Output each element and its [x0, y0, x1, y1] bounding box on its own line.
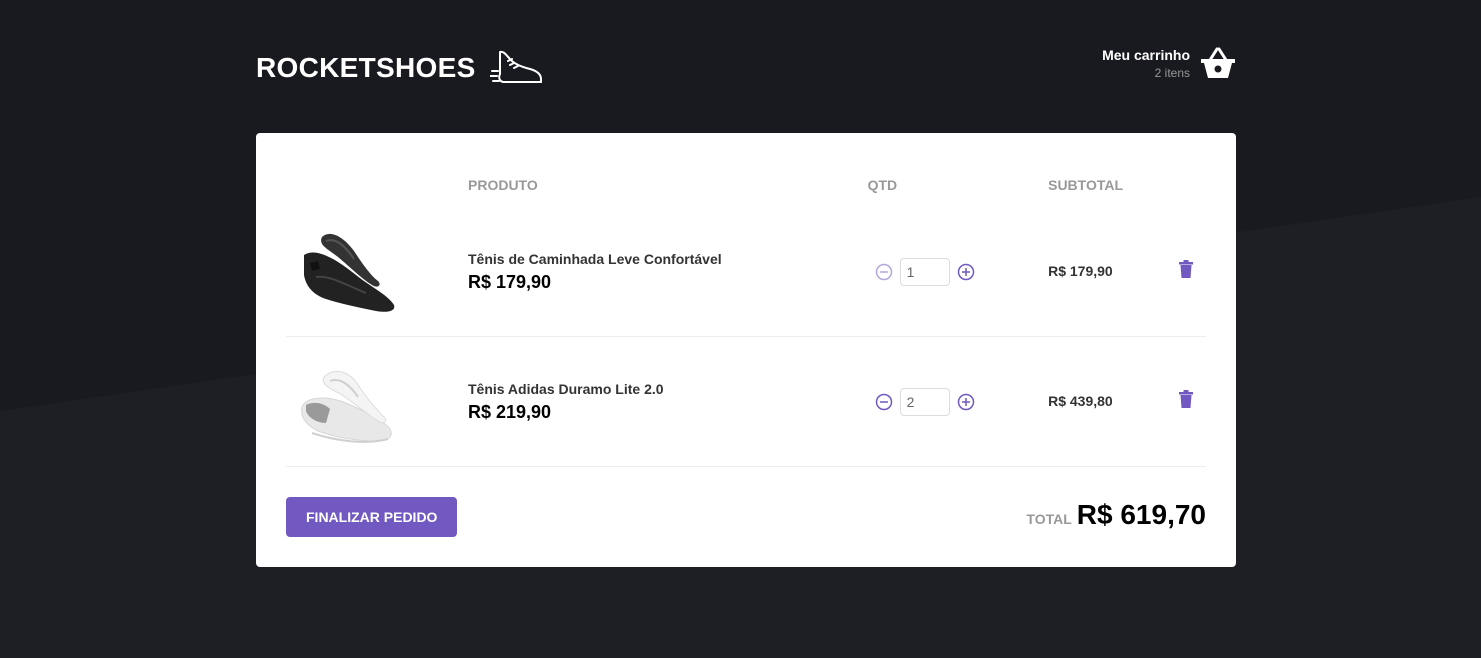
header: ROCKETSHOES Meu carrinho 2 itens: [256, 40, 1236, 96]
total-label: TOTAL: [1026, 511, 1072, 527]
column-header-image: [286, 163, 456, 207]
product-title: Tênis de Caminhada Leve Confortável: [468, 250, 722, 267]
increment-button[interactable]: [956, 392, 976, 412]
product-subtotal: R$ 179,90: [1048, 262, 1113, 279]
running-shoe-icon: [489, 50, 542, 83]
product-qty-cell: [855, 336, 1037, 467]
product-image-white-sneaker: [301, 370, 392, 443]
quantity-stepper: [874, 387, 1037, 416]
cart-total: TOTAL R$ 619,70: [1026, 499, 1206, 531]
cart-count: 2 itens: [1154, 65, 1190, 80]
product-image-black-sneaker: [304, 233, 395, 312]
delete-button[interactable]: [1178, 390, 1193, 411]
cart-text: Meu carrinho 2 itens: [1102, 47, 1190, 80]
logo-text: ROCKETSHOES: [256, 52, 476, 83]
product-image-cell: [286, 336, 456, 467]
column-header-actions: [1167, 163, 1206, 207]
cart-footer: FINALIZAR PEDIDO TOTAL R$ 619,70: [286, 497, 1206, 537]
cart-container: PRODUTO QTD SUBTOTAL Tênis de Caminhada …: [256, 133, 1236, 567]
product-price: R$ 179,90: [468, 271, 552, 292]
table-header-row: PRODUTO QTD SUBTOTAL: [286, 163, 1206, 207]
quantity-input[interactable]: [899, 387, 950, 416]
product-qty-cell: [855, 207, 1037, 337]
plus-circle-icon: [957, 263, 974, 280]
product-subtotal-cell: R$ 439,80: [1036, 336, 1167, 467]
table-row: Tênis de Caminhada Leve Confortável R$ 1…: [286, 207, 1206, 337]
minus-circle-icon: [875, 393, 892, 410]
trash-icon: [1178, 390, 1193, 408]
logo-link[interactable]: ROCKETSHOES: [256, 40, 544, 96]
product-table: PRODUTO QTD SUBTOTAL Tênis de Caminhada …: [286, 163, 1206, 467]
cart-link[interactable]: Meu carrinho 2 itens: [1102, 46, 1236, 80]
basket-icon: [1201, 47, 1235, 78]
product-info-cell: Tênis Adidas Duramo Lite 2.0 R$ 219,90: [456, 336, 856, 467]
increment-button[interactable]: [956, 262, 976, 282]
minus-circle-icon: [875, 263, 892, 280]
product-info-cell: Tênis de Caminhada Leve Confortável R$ 1…: [456, 207, 856, 337]
product-price: R$ 219,90: [468, 401, 552, 422]
product-image-cell: [286, 207, 456, 337]
decrement-button[interactable]: [874, 262, 894, 282]
product-actions-cell: [1166, 336, 1206, 467]
column-header-product: PRODUTO: [468, 177, 538, 193]
decrement-button[interactable]: [874, 392, 894, 412]
quantity-stepper: [874, 257, 1037, 286]
delete-button[interactable]: [1178, 260, 1193, 281]
product-actions-cell: [1166, 207, 1206, 337]
column-header-qty: QTD: [867, 177, 898, 193]
product-subtotal-cell: R$ 179,90: [1036, 207, 1167, 337]
total-value: R$ 619,70: [1076, 499, 1206, 530]
checkout-button[interactable]: FINALIZAR PEDIDO: [286, 497, 458, 537]
table-row: Tênis Adidas Duramo Lite 2.0 R$ 219,90 2…: [286, 336, 1206, 467]
plus-circle-icon: [957, 393, 974, 410]
product-title: Tênis Adidas Duramo Lite 2.0: [468, 380, 664, 397]
product-subtotal: R$ 439,80: [1048, 392, 1113, 409]
cart-title: Meu carrinho: [1102, 46, 1190, 63]
column-header-subtotal: SUBTOTAL: [1048, 177, 1124, 193]
quantity-input[interactable]: [899, 257, 950, 286]
trash-icon: [1178, 260, 1193, 278]
